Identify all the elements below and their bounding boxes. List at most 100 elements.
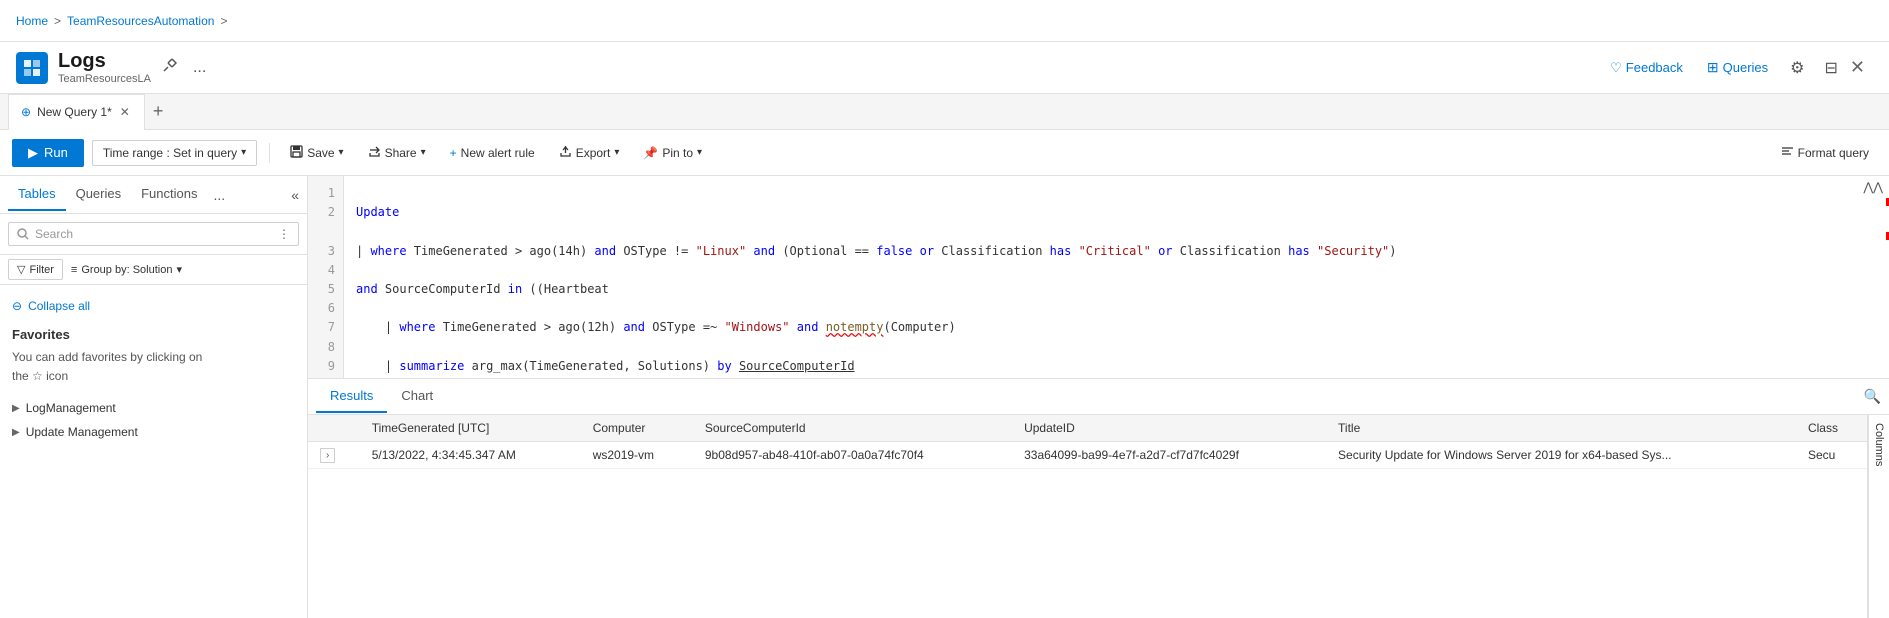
cell-time: 5/13/2022, 4:34:45.347 AM <box>360 442 581 469</box>
pin-icon[interactable] <box>159 56 181 79</box>
sidebar-tab-tables[interactable]: Tables <box>8 178 66 211</box>
row-expander-button[interactable]: › <box>320 448 335 463</box>
breadcrumb-sep1: > <box>54 14 61 28</box>
editor-controls: ⋀⋀ <box>1863 180 1883 194</box>
columns-button[interactable]: Columns <box>1868 415 1889 618</box>
favorites-empty-text: You can add favorites by clicking on the… <box>0 346 307 396</box>
code-editor[interactable]: 1 2 3 4 5 6 7 8 9 10 11 Update | where T… <box>308 176 1889 378</box>
results-tab-results[interactable]: Results <box>316 380 387 413</box>
tab-new-query-1[interactable]: ⊕ New Query 1* ✕ <box>8 94 145 130</box>
col-header-computer[interactable]: Computer <box>581 415 693 442</box>
arrow-icon: ▶ <box>12 427 20 438</box>
time-range-button[interactable]: Time range : Set in query ▾ <box>92 140 257 166</box>
sidebar-item-label: LogManagement <box>26 401 116 415</box>
toolbar-divider-1 <box>269 143 270 163</box>
queries-button[interactable]: ⊞ Queries <box>1701 55 1774 80</box>
col-header-update-id[interactable]: UpdateID <box>1012 415 1326 442</box>
results-tabs: Results Chart 🔍 <box>308 379 1889 415</box>
cell-class: Secu <box>1796 442 1867 469</box>
sidebar-filter-row: ▽ Filter ≡ Group by: Solution ▾ <box>0 255 307 285</box>
layout-icon[interactable]: ⊟ <box>1821 56 1842 80</box>
sidebar: Tables Queries Functions ... « ⋮ ▽ Filte… <box>0 176 308 618</box>
search-menu-button[interactable]: ⋮ <box>278 227 290 241</box>
search-input-wrap: ⋮ <box>8 222 299 246</box>
sidebar-content: ⊖ Collapse all Favorites You can add fav… <box>0 285 307 618</box>
search-input[interactable] <box>35 227 272 241</box>
collapse-all-button[interactable]: ⊖ Collapse all <box>0 293 102 319</box>
results-search-button[interactable]: 🔍 <box>1864 388 1881 405</box>
tab-label: New Query 1* <box>37 105 112 119</box>
new-alert-rule-button[interactable]: + New alert rule <box>442 142 543 164</box>
app-title: Logs <box>58 50 151 73</box>
cell-computer: ws2019-vm <box>581 442 693 469</box>
table-row: › 5/13/2022, 4:34:45.347 AM ws2019-vm 9b… <box>308 442 1867 469</box>
time-range-caret: ▾ <box>241 147 246 158</box>
time-range-label: Time range : Set in query <box>103 146 237 160</box>
filter-label: Filter <box>29 264 53 276</box>
close-window-button[interactable]: ✕ <box>1842 53 1873 82</box>
save-caret: ▾ <box>339 147 344 158</box>
pin-to-caret: ▾ <box>697 147 702 158</box>
col-header-source-computer-id[interactable]: SourceComputerId <box>693 415 1012 442</box>
collapse-all-icon: ⊖ <box>12 299 22 313</box>
groupby-button[interactable]: ≡ Group by: Solution ▾ <box>71 263 182 276</box>
favorites-section-header: Favorites <box>0 319 307 346</box>
collapse-all-label: Collapse all <box>28 299 90 313</box>
editor-area: 1 2 3 4 5 6 7 8 9 10 11 Update | where T… <box>308 176 1889 618</box>
more-icon[interactable]: ... <box>189 57 210 79</box>
results-panel: Results Chart 🔍 TimeGenerated [UTC] Comp… <box>308 378 1889 618</box>
col-header-class[interactable]: Class <box>1796 415 1867 442</box>
share-caret: ▾ <box>421 147 426 158</box>
share-label: Share <box>385 146 417 160</box>
format-icon <box>1781 145 1794 161</box>
title-info: Logs TeamResourcesLA <box>58 50 151 85</box>
pin-to-button[interactable]: 📌 Pin to ▾ <box>635 142 710 164</box>
sidebar-item-label: Update Management <box>26 425 138 439</box>
export-button[interactable]: Export ▾ <box>551 141 628 165</box>
sidebar-tab-functions[interactable]: Functions <box>131 178 207 211</box>
export-label: Export <box>576 146 611 160</box>
sidebar-collapse-button[interactable]: « <box>291 187 299 203</box>
sidebar-item-log-management[interactable]: ▶ LogManagement <box>0 396 307 420</box>
collapse-code-button[interactable]: ⋀⋀ <box>1863 180 1883 194</box>
col-header-expander <box>308 415 360 442</box>
sidebar-more-button[interactable]: ... <box>207 183 231 207</box>
breadcrumb-home[interactable]: Home <box>16 14 48 28</box>
app-subtitle: TeamResourcesLA <box>58 73 151 85</box>
list-icon: ≡ <box>71 264 77 276</box>
sidebar-tab-queries[interactable]: Queries <box>66 178 132 211</box>
run-button[interactable]: ▶ Run <box>12 139 84 167</box>
feedback-button[interactable]: ♡ Feedback <box>1604 56 1689 80</box>
results-tab-chart[interactable]: Chart <box>387 380 447 413</box>
tab-close-button[interactable]: ✕ <box>118 105 132 119</box>
share-icon <box>368 145 381 161</box>
sidebar-tabs: Tables Queries Functions ... « <box>0 176 307 214</box>
save-label: Save <box>307 146 334 160</box>
export-caret: ▾ <box>614 147 619 158</box>
run-icon: ▶ <box>28 145 38 161</box>
feedback-label: Feedback <box>1626 60 1683 75</box>
add-tab-button[interactable]: + <box>145 101 172 122</box>
title-actions: ... <box>159 56 210 79</box>
breadcrumb-middle[interactable]: TeamResourcesAutomation <box>67 14 214 28</box>
save-button[interactable]: Save ▾ <box>282 141 351 165</box>
pin-to-icon: 📌 <box>643 146 658 160</box>
filter-icon: ▽ <box>17 263 25 276</box>
queries-label: Queries <box>1723 60 1769 75</box>
filter-button[interactable]: ▽ Filter <box>8 259 63 280</box>
pin-to-label: Pin to <box>662 146 693 160</box>
sidebar-item-update-management[interactable]: ▶ Update Management <box>0 420 307 444</box>
col-header-time-generated[interactable]: TimeGenerated [UTC] <box>360 415 581 442</box>
run-label: Run <box>44 145 68 160</box>
search-icon <box>17 228 29 240</box>
code-area[interactable]: Update | where TimeGenerated > ago(14h) … <box>344 176 1889 378</box>
top-right-actions: ♡ Feedback ⊞ Queries ⚙ ⊟ <box>1604 55 1842 80</box>
settings-icon[interactable]: ⚙ <box>1786 56 1808 80</box>
col-header-title[interactable]: Title <box>1326 415 1796 442</box>
cell-source-computer-id: 9b08d957-ab48-410f-ab07-0a0a74fc70f4 <box>693 442 1012 469</box>
tab-bar: ⊕ New Query 1* ✕ + <box>0 94 1889 130</box>
breadcrumb-sep2: > <box>220 14 227 28</box>
new-alert-label: New alert rule <box>461 146 535 160</box>
format-query-button[interactable]: Format query <box>1773 141 1877 165</box>
share-button[interactable]: Share ▾ <box>360 141 434 165</box>
